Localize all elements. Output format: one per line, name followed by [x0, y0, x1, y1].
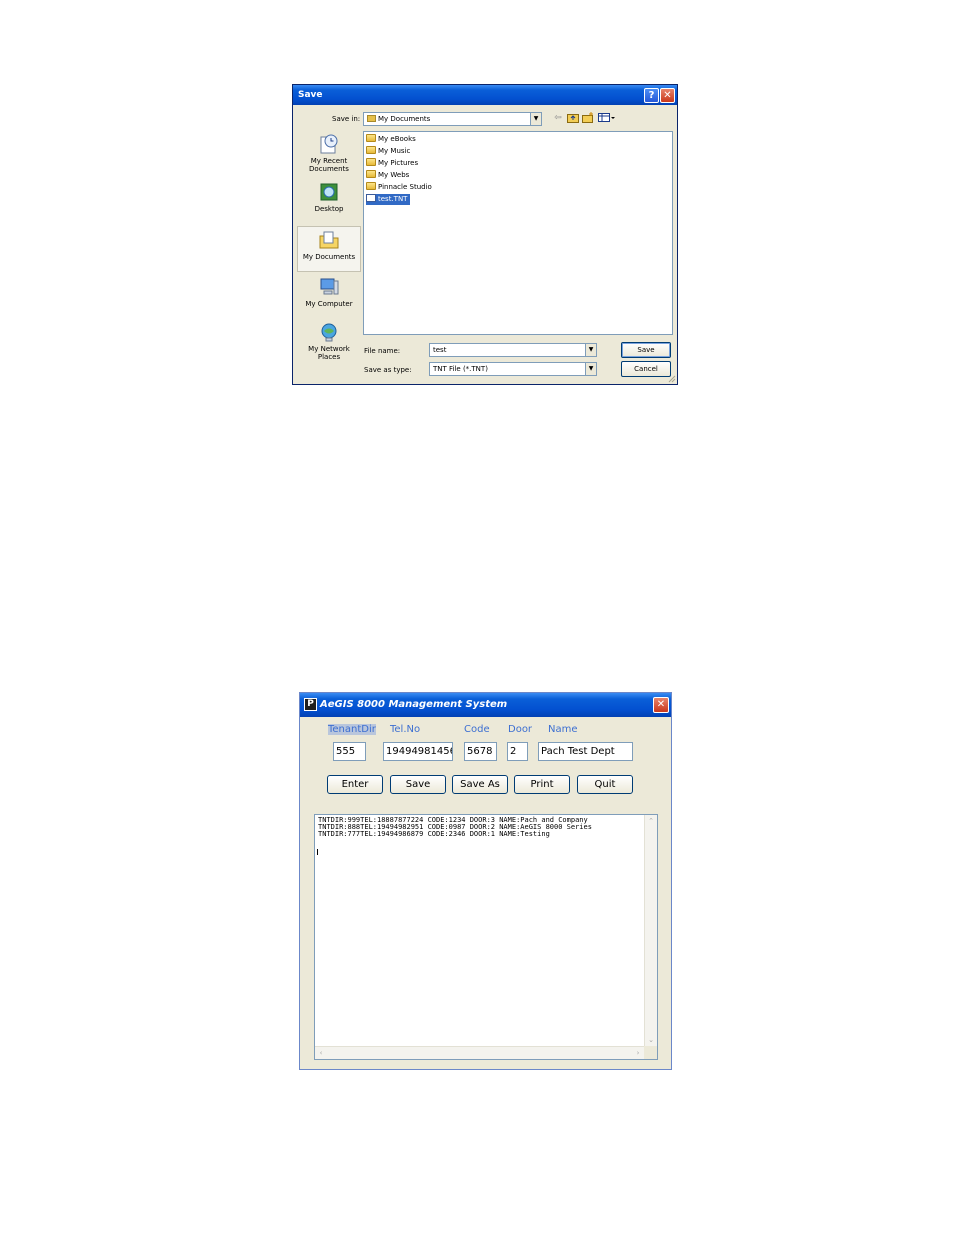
- back-arrow-icon[interactable]: ⇦: [552, 112, 564, 124]
- file-name-input[interactable]: test ▼: [429, 343, 597, 357]
- file-list-item[interactable]: My Pictures: [366, 158, 421, 169]
- place-my-documents[interactable]: My Documents: [297, 226, 361, 272]
- folder-icon: [366, 134, 376, 142]
- network-places-icon: [321, 323, 337, 342]
- place-label: Desktop: [314, 205, 344, 213]
- aegis-titlebar[interactable]: AeGIS 8000 Management System: [300, 693, 671, 717]
- place-label: My Network Places: [308, 345, 350, 361]
- close-button[interactable]: ✕: [660, 88, 675, 103]
- place-label: My Documents: [302, 253, 356, 261]
- app-icon: P: [304, 698, 317, 711]
- folder-icon: [367, 115, 376, 122]
- save-in-combo[interactable]: My Documents ▼: [363, 112, 542, 126]
- enter-button[interactable]: Enter: [327, 775, 383, 794]
- scroll-down-icon[interactable]: ⌄: [645, 1034, 657, 1046]
- door-header: Door: [508, 724, 533, 735]
- place-label: My Recent Documents: [309, 157, 349, 173]
- chevron-down-icon[interactable]: ▼: [585, 363, 596, 375]
- name-input[interactable]: Pach Test Dept: [538, 742, 633, 761]
- pictures-folder-icon: [366, 158, 376, 166]
- file-list[interactable]: My eBooks My Music My Pictures My Webs P…: [363, 131, 673, 335]
- up-folder-icon[interactable]: [567, 112, 579, 124]
- file-icon: [366, 194, 376, 202]
- save-dialog-title: Save: [298, 90, 323, 100]
- chevron-down-icon[interactable]: ▼: [530, 113, 541, 125]
- save-as-type-value: TNT File (*.TNT): [433, 365, 488, 373]
- file-list-item[interactable]: My Webs: [366, 170, 412, 181]
- scroll-left-icon[interactable]: ‹: [315, 1047, 327, 1059]
- telno-header: Tel.No: [390, 724, 421, 735]
- my-computer-icon: [320, 278, 339, 295]
- recent-documents-icon: [320, 134, 338, 154]
- text-caret: [317, 849, 318, 855]
- place-label: My Computer: [305, 300, 353, 308]
- help-button[interactable]: ?: [644, 88, 659, 103]
- name-header: Name: [548, 724, 578, 735]
- folder-icon: [366, 182, 376, 190]
- horizontal-scrollbar[interactable]: ‹ ›: [315, 1046, 644, 1059]
- close-button[interactable]: ✕: [653, 697, 669, 713]
- save-as-type-select[interactable]: TNT File (*.TNT) ▼: [429, 362, 597, 376]
- place-recent-documents[interactable]: My Recent Documents: [297, 131, 361, 177]
- save-in-label: Save in:: [332, 115, 361, 123]
- quit-button[interactable]: Quit: [577, 775, 633, 794]
- place-network-places[interactable]: My Network Places: [297, 319, 361, 365]
- file-name-label: File name:: [364, 347, 401, 355]
- file-list-item[interactable]: My Music: [366, 146, 413, 157]
- folder-icon: [366, 170, 376, 178]
- file-list-item-selected[interactable]: test.TNT: [366, 194, 411, 205]
- code-header: Code: [464, 724, 490, 735]
- place-my-computer[interactable]: My Computer: [297, 274, 361, 320]
- tenantdir-header: TenantDir: [328, 724, 376, 735]
- save-dialog-titlebar[interactable]: Save: [293, 85, 677, 105]
- scrollbar-corner: [644, 1046, 657, 1059]
- place-desktop[interactable]: Desktop: [297, 179, 361, 225]
- file-name-value: test: [433, 346, 447, 354]
- save-button[interactable]: Save: [621, 342, 671, 358]
- aegis-title: AeGIS 8000 Management System: [320, 699, 508, 710]
- save-in-value: My Documents: [378, 115, 431, 123]
- scroll-right-icon[interactable]: ›: [632, 1047, 644, 1059]
- desktop-icon: [320, 183, 338, 201]
- telno-input[interactable]: 19494981456: [383, 742, 453, 761]
- code-input[interactable]: 5678: [464, 742, 497, 761]
- file-list-item[interactable]: My eBooks: [366, 134, 419, 145]
- save-as-type-label: Save as type:: [364, 366, 412, 374]
- view-menu-icon[interactable]: [598, 112, 616, 124]
- scroll-up-icon[interactable]: ⌃: [645, 815, 657, 827]
- chevron-down-icon[interactable]: ▼: [585, 344, 596, 356]
- cancel-button[interactable]: Cancel: [621, 361, 671, 377]
- vertical-scrollbar[interactable]: ⌃ ⌄: [644, 815, 657, 1046]
- aegis-window: AeGIS 8000 Management System P ✕ TenantD…: [299, 692, 672, 1070]
- music-folder-icon: [366, 146, 376, 154]
- tenantdir-input[interactable]: 555: [333, 742, 366, 761]
- my-documents-icon: [319, 231, 339, 249]
- save-dialog: Save ? ✕ Save in: My Documents ▼ ⇦ My Re…: [292, 84, 678, 385]
- print-button[interactable]: Print: [514, 775, 570, 794]
- save-button[interactable]: Save: [390, 775, 446, 794]
- file-list-item[interactable]: Pinnacle Studio: [366, 182, 435, 193]
- resize-grip-icon[interactable]: [667, 374, 676, 383]
- save-as-button[interactable]: Save As: [452, 775, 508, 794]
- door-input[interactable]: 2: [507, 742, 528, 761]
- output-text: TNTDIR:999TEL:18887877224 CODE:1234 DOOR…: [318, 816, 592, 838]
- places-bar: My Recent Documents Desktop My Documents…: [297, 131, 361, 379]
- new-folder-icon[interactable]: [582, 112, 594, 124]
- output-textarea[interactable]: TNTDIR:999TEL:18887877224 CODE:1234 DOOR…: [314, 814, 658, 1060]
